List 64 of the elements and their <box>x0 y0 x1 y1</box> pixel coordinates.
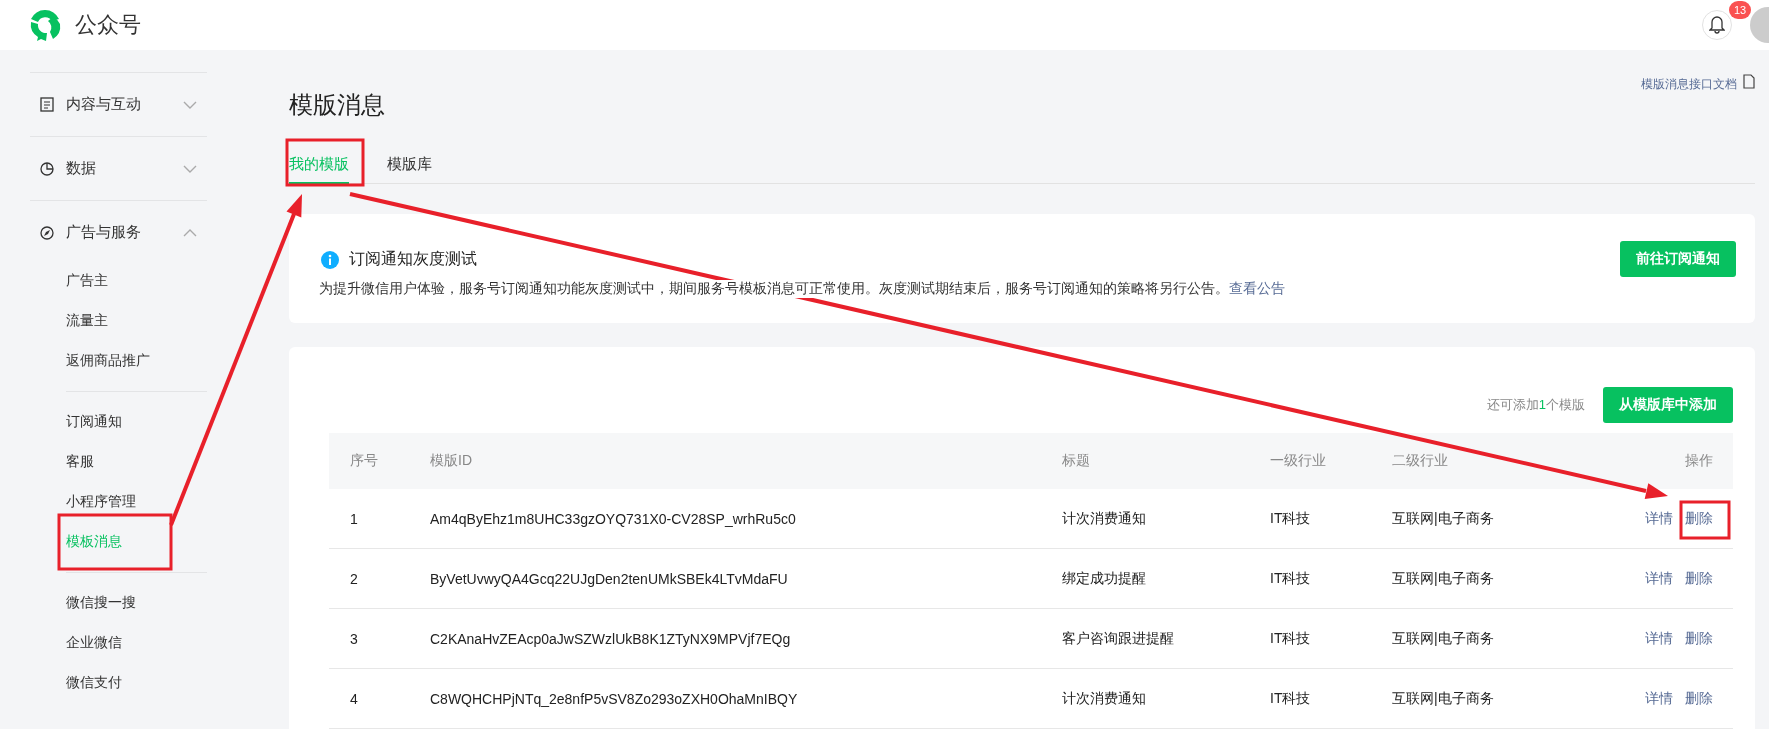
notification-badge: 13 <box>1729 1 1752 19</box>
column-header: 标题 <box>1061 452 1091 470</box>
chevron-icon <box>183 164 197 173</box>
action-link[interactable]: 删除 <box>1685 689 1713 708</box>
notice-link[interactable]: 查看公告 <box>1229 280 1285 296</box>
table-cell-text: 互联网|电子商务 <box>1391 689 1495 708</box>
table-cell-text: IT科技 <box>1269 509 1312 528</box>
action-link[interactable]: 删除 <box>1685 569 1713 588</box>
doc-link[interactable]: 模版消息接口文档 <box>1641 76 1737 93</box>
action-link[interactable]: 删除 <box>1685 629 1713 648</box>
table-cell-text: 互联网|电子商务 <box>1391 569 1495 588</box>
notification-button[interactable] <box>1702 10 1732 40</box>
sidebar-item[interactable]: 流量主 <box>66 300 207 340</box>
table-cell-text: 计次消费通知 <box>1061 509 1147 528</box>
quota-text: 还可添加1个模版 <box>1486 396 1585 414</box>
table-cell-text: Am4qByEhz1m8UHC33gzOYQ731X0-CV28SP_wrhRu5c0 <box>429 510 797 527</box>
table-cell-text: 绑定成功提醒 <box>1061 569 1147 588</box>
action-link[interactable]: 详情 <box>1645 689 1673 708</box>
action-link[interactable]: 详情 <box>1645 509 1673 528</box>
action-link[interactable]: 详情 <box>1645 629 1673 648</box>
column-header: 一级行业 <box>1269 452 1327 470</box>
action-link[interactable]: 删除 <box>1685 509 1713 528</box>
sidebar-item[interactable]: 微信支付 <box>66 662 207 702</box>
info-icon <box>321 250 339 269</box>
column-header: 二级行业 <box>1391 452 1449 470</box>
document-icon <box>1743 74 1755 89</box>
table-cell-text: 互联网|电子商务 <box>1391 509 1495 528</box>
table-cell-text: 客户咨询跟进提醒 <box>1061 629 1175 648</box>
table-cell-text: 3 <box>349 630 359 647</box>
table-cell-text: IT科技 <box>1269 569 1312 588</box>
notice-title: 订阅通知灰度测试 <box>349 249 477 269</box>
table-cell-text: 计次消费通知 <box>1061 689 1147 708</box>
table-cell-text: ByVetUvwyQA4Gcq22UJgDen2tenUMkSBEk4LTvMdaFU <box>429 570 789 587</box>
table-cell-text: C2KAnaHvZEAcp0aJwSZWzlUkB8K1ZTyNX9MPVjf7EQg <box>429 630 792 647</box>
table-cell-text: 4 <box>349 690 359 707</box>
tab[interactable]: 模版库 <box>387 149 432 184</box>
pie-chart-icon <box>40 161 54 176</box>
sidebar-item[interactable]: 客服 <box>66 441 207 481</box>
sidebar-item[interactable]: 小程序管理 <box>66 481 207 521</box>
document-icon <box>40 97 54 112</box>
page-title: 模版消息 <box>289 90 386 120</box>
sidebar-section[interactable]: 内容与互动 <box>30 73 207 136</box>
bell-icon <box>1709 16 1725 34</box>
compass-icon <box>40 225 54 240</box>
sidebar-section[interactable]: 数据 <box>30 137 207 200</box>
sidebar-item[interactable]: 订阅通知 <box>66 401 207 441</box>
sidebar-item[interactable]: 返佣商品推广 <box>66 340 207 380</box>
sidebar-item[interactable]: 微信搜一搜 <box>66 582 207 622</box>
notice-text: 为提升微信用户体验，服务号订阅通知功能灰度测试中，期间服务号模板消息可正常使用。灰度测试期结束后，服务号订阅通知的策略将另行公告。查看公告 <box>319 280 1285 298</box>
column-header: 序号 <box>349 452 379 470</box>
action-link[interactable]: 详情 <box>1645 569 1673 588</box>
table-cell-text: IT科技 <box>1269 629 1312 648</box>
table-cell-text: 互联网|电子商务 <box>1391 629 1495 648</box>
table-cell-text: 2 <box>349 570 359 587</box>
column-header: 操作 <box>1684 452 1714 470</box>
chevron-icon <box>183 228 197 237</box>
table-cell-text: C8WQHCHPjNTq_2e8nfP5vSV8Zo293oZXH0OhaMnIBQY <box>429 690 799 707</box>
app-title: 公众号 <box>75 11 141 39</box>
table-cell-text: 1 <box>349 510 359 527</box>
sidebar-item[interactable]: 企业微信 <box>66 622 207 662</box>
chevron-icon <box>183 100 197 109</box>
column-header: 模版ID <box>429 452 473 470</box>
highlight-box <box>1679 500 1731 540</box>
table-cell-text: IT科技 <box>1269 689 1312 708</box>
